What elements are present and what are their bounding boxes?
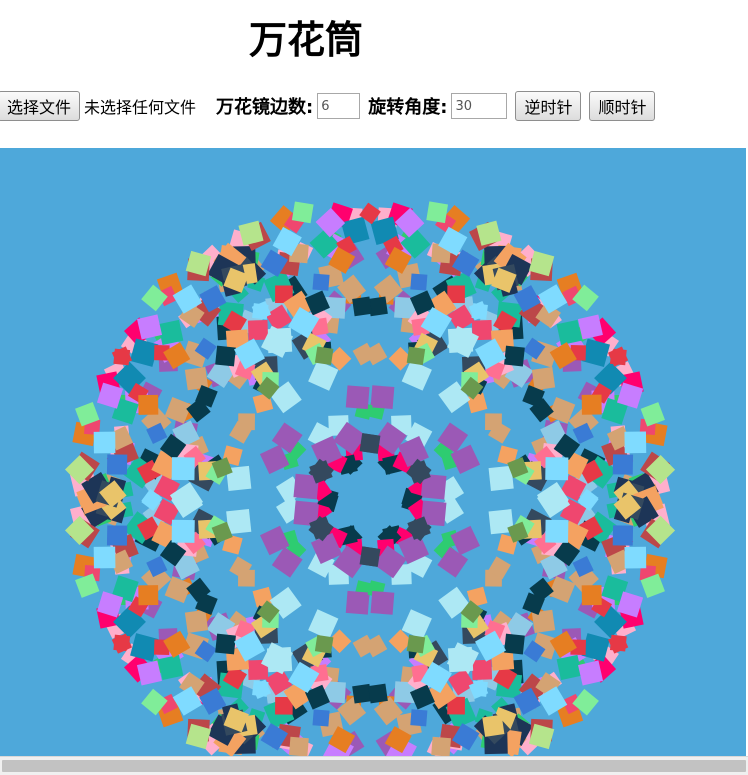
kaleidoscope-tile xyxy=(612,525,634,546)
kaleidoscope-tile xyxy=(308,360,339,391)
kaleidoscope-tile xyxy=(471,303,488,320)
kaleidoscope-tile xyxy=(345,590,370,615)
kaleidoscope-tile xyxy=(158,319,184,346)
kaleidoscope-tile xyxy=(531,366,556,391)
kaleidoscope-tile xyxy=(624,431,647,454)
kaleidoscope-tile xyxy=(345,385,370,410)
kaleidoscope-tile xyxy=(252,680,269,697)
page-title: 万花筒 xyxy=(248,18,363,62)
kaleidoscope-tile xyxy=(113,348,131,366)
kaleidoscope-tile xyxy=(624,546,647,569)
kaleidoscope-tile xyxy=(359,546,381,567)
kaleidoscope-tile xyxy=(406,634,426,654)
kaleidoscope-tile xyxy=(410,273,428,291)
kaleidoscope-tile xyxy=(314,634,334,654)
kaleidoscope-tile xyxy=(609,634,627,652)
kaleidoscope-tile xyxy=(471,659,493,681)
kaleidoscope-tile xyxy=(312,273,330,291)
kaleidoscope-tile xyxy=(352,296,372,317)
kaleidoscope-tile xyxy=(556,654,582,681)
file-status-text: 未选择任何文件 xyxy=(84,98,197,117)
kaleidoscope-pattern xyxy=(65,201,676,756)
kaleidoscope-tile xyxy=(431,736,452,756)
kaleidoscope-tile xyxy=(291,201,314,224)
kaleidoscope-tile xyxy=(184,609,209,634)
counterclockwise-button[interactable]: 逆时针 xyxy=(515,91,582,121)
choose-file-button[interactable]: 选择文件 xyxy=(0,91,81,121)
kaleidoscope-tile xyxy=(401,360,432,391)
kaleidoscope-tile xyxy=(252,303,269,320)
kaleidoscope-tile xyxy=(106,525,128,546)
kaleidoscope-tile xyxy=(138,394,159,415)
clockwise-button[interactable]: 顺时针 xyxy=(589,91,656,121)
kaleidoscope-tile xyxy=(314,346,334,366)
kaleidoscope-tile xyxy=(545,519,569,543)
kaleidoscope-tile xyxy=(485,413,502,431)
kaleidoscope-tile xyxy=(482,714,505,737)
kaleidoscope-tile xyxy=(171,457,195,481)
kaleidoscope-tile xyxy=(612,454,634,475)
kaleidoscope-tile xyxy=(426,201,449,224)
kaleidoscope-tile xyxy=(308,609,339,640)
kaleidoscope-tile xyxy=(93,546,116,569)
kaleidoscope-tile xyxy=(447,646,474,673)
kaleidoscope-tile xyxy=(504,345,525,367)
kaleidoscope-tile xyxy=(138,585,159,606)
kaleidoscope-tile xyxy=(581,394,602,415)
kaleidoscope-tile xyxy=(312,709,330,727)
sides-label: 万花镜边数: xyxy=(216,97,314,118)
kaleidoscope-tile xyxy=(370,590,395,615)
kaleidoscope-tile xyxy=(545,457,569,481)
kaleidoscope-tile xyxy=(410,709,428,727)
kaleidoscope-tile xyxy=(288,736,309,756)
kaleidoscope-tile xyxy=(370,385,395,410)
kaleidoscope-tile xyxy=(171,519,195,543)
kaleidoscope-tile xyxy=(368,683,388,704)
kaleidoscope-tile xyxy=(401,609,432,640)
scrollbar-thumb[interactable] xyxy=(2,760,746,772)
angle-label: 旋转角度: xyxy=(368,97,448,118)
kaleidoscope-tile xyxy=(581,585,602,606)
sides-input[interactable] xyxy=(317,93,361,119)
kaleidoscope-tile xyxy=(238,569,255,587)
kaleidoscope-tile xyxy=(359,433,381,454)
angle-input[interactable] xyxy=(451,93,508,119)
kaleidoscope-tile xyxy=(504,633,525,655)
horizontal-scrollbar[interactable] xyxy=(0,756,748,775)
kaleidoscope-tile xyxy=(215,345,236,367)
kaleidoscope-tile xyxy=(247,319,269,341)
kaleidoscope-tile xyxy=(106,454,128,475)
kaleidoscope-canvas[interactable] xyxy=(0,148,746,756)
toolbar: 选择文件 未选择任何文件 万花镜边数: 旋转角度: 逆时针 顺时针 xyxy=(0,90,748,122)
kaleidoscope-tile xyxy=(93,431,116,454)
kaleidoscope-tile xyxy=(556,319,582,346)
kaleidoscope-tile xyxy=(158,654,184,681)
kaleidoscope-tile xyxy=(406,346,426,366)
kaleidoscope-tile xyxy=(215,633,236,655)
